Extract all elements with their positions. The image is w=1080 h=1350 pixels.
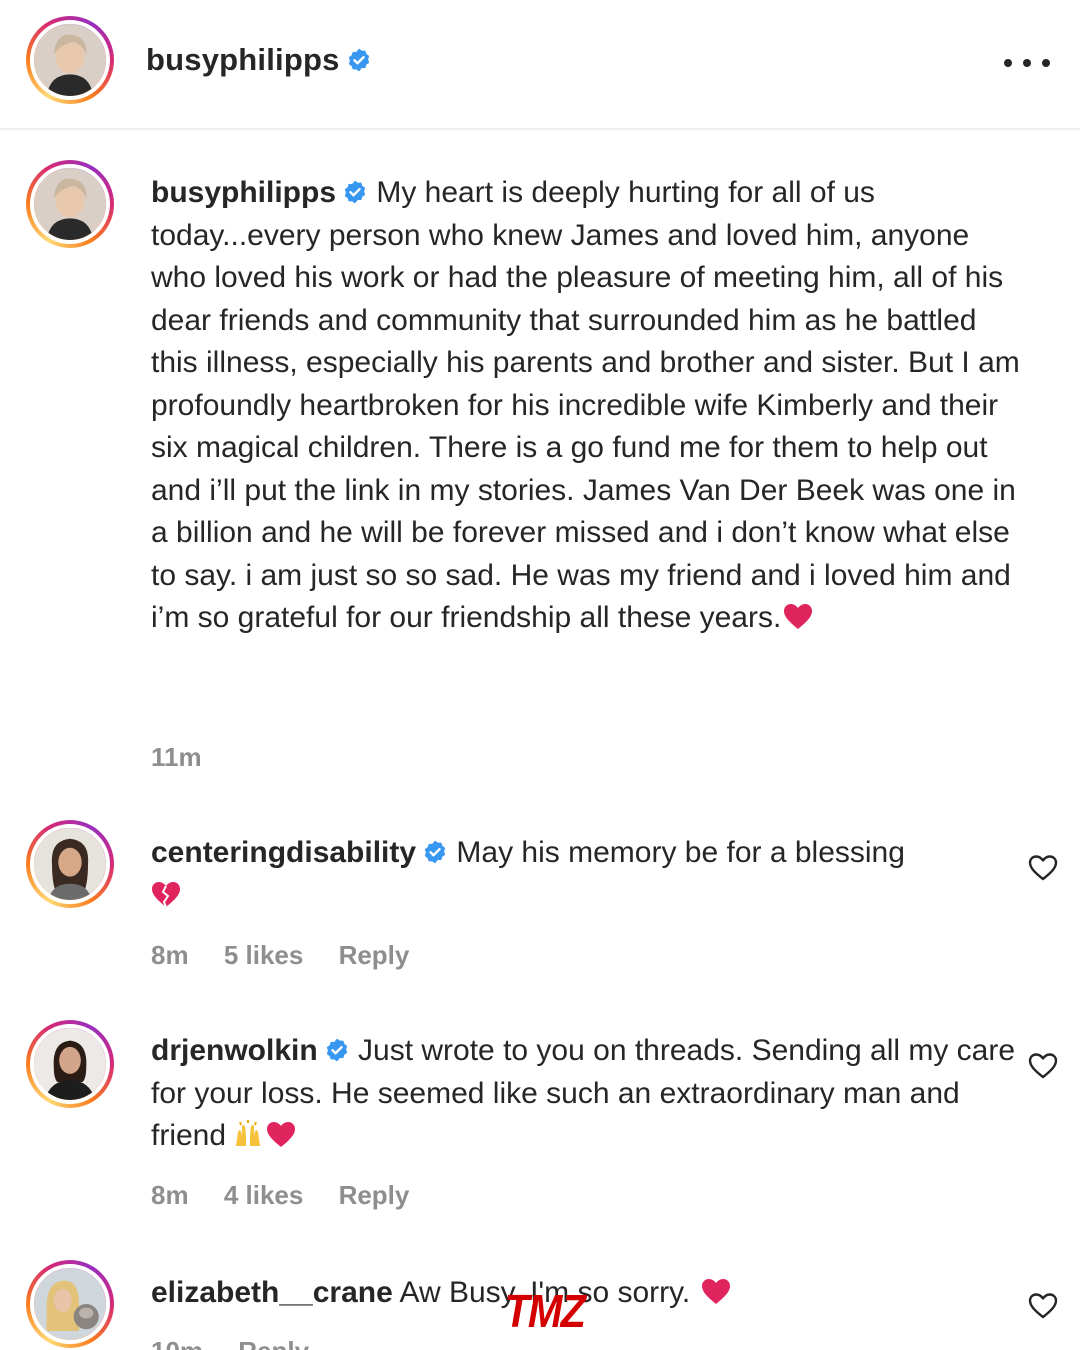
comment-time: 10m [151, 1336, 203, 1350]
comment-text: centeringdisability May his memory be fo… [151, 832, 1021, 917]
broken-heart-icon [152, 881, 180, 907]
comment-message: May his memory be for a blessing [456, 836, 905, 869]
more-options-button[interactable] [1004, 48, 1050, 78]
like-heart-icon[interactable] [1028, 854, 1058, 882]
verified-badge-icon [326, 1038, 347, 1062]
avatar[interactable] [26, 820, 114, 908]
comment-text: elizabeth__crane Aw Busy, I'm so sorry. [151, 1272, 1021, 1315]
tmz-watermark: TMZ [504, 1285, 585, 1337]
avatar[interactable] [26, 1260, 114, 1348]
like-heart-icon[interactable] [1028, 1052, 1058, 1080]
verified-badge-icon [424, 840, 446, 864]
comment-username[interactable]: centeringdisability [151, 836, 416, 869]
comment-meta: 8m 4 likes Reply [151, 1180, 437, 1211]
caption-message: My heart is deeply hurting for all of us… [151, 176, 1020, 634]
reply-button[interactable]: Reply [238, 1336, 309, 1350]
avatar[interactable] [26, 16, 114, 104]
comment-username[interactable]: elizabeth__crane [151, 1276, 393, 1309]
post-header: busyphilipps [0, 0, 1080, 130]
caption-meta: 11m [151, 742, 230, 773]
caption-time: 11m [151, 742, 202, 772]
raising-hands-icon [236, 1120, 261, 1146]
red-heart-icon [267, 1122, 296, 1147]
red-heart-icon [701, 1279, 730, 1304]
header-username-row: busyphilipps [146, 42, 372, 78]
red-heart-icon [784, 604, 813, 629]
avatar[interactable] [26, 160, 114, 248]
comment-username[interactable]: drjenwolkin [151, 1034, 318, 1067]
caption-username[interactable]: busyphilipps [151, 176, 336, 209]
avatar[interactable] [26, 1020, 114, 1108]
instagram-post-comments: busyphilipps busyphilipps My heart is de… [0, 0, 1080, 1350]
comment-time: 8m [151, 1180, 189, 1210]
like-heart-icon[interactable] [1028, 1292, 1058, 1320]
comment-likes[interactable]: 5 likes [224, 940, 304, 970]
verified-badge-icon [344, 180, 366, 204]
comment-text: drjenwolkin Just wrote to you on threads… [151, 1030, 1021, 1158]
reply-button[interactable]: Reply [339, 940, 410, 970]
reply-button[interactable]: Reply [339, 1180, 410, 1210]
header-username[interactable]: busyphilipps [146, 42, 340, 77]
more-horizontal-icon [1004, 59, 1012, 67]
comment-time: 8m [151, 940, 189, 970]
caption-text: busyphilipps My heart is deeply hurting … [151, 172, 1021, 640]
comment-meta: 8m 5 likes Reply [151, 940, 437, 971]
comment-meta: 10m Reply [151, 1336, 337, 1350]
comment-likes[interactable]: 4 likes [224, 1180, 304, 1210]
verified-badge-icon [348, 48, 369, 72]
